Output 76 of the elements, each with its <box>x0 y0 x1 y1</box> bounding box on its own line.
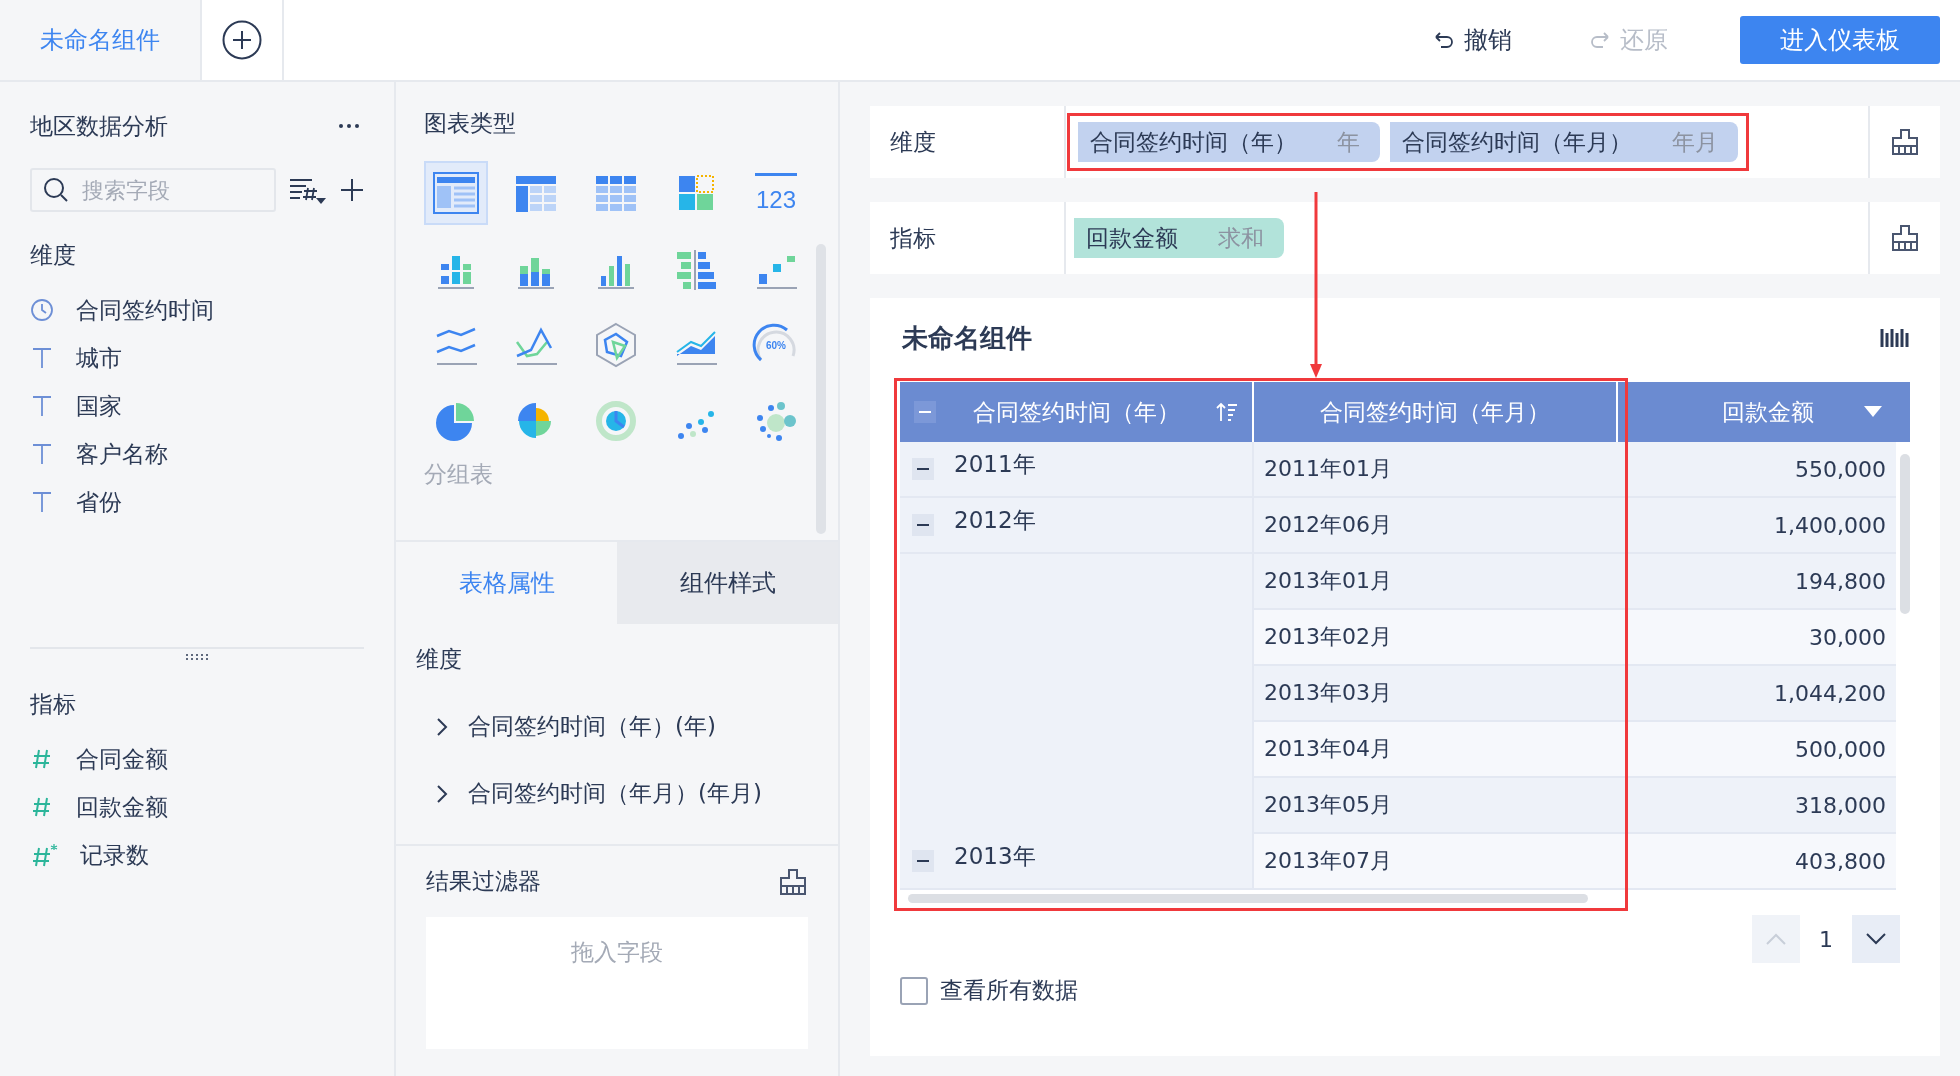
search-field[interactable]: 搜索字段 <box>30 168 276 212</box>
table-cell: 2013年 <box>900 554 1254 890</box>
page-number: 1 <box>1818 926 1834 952</box>
next-page-button[interactable] <box>1852 915 1900 963</box>
table-cell: 2012年06月 <box>1254 498 1618 554</box>
dimension-field[interactable]: 合同签约时间 <box>30 293 364 327</box>
table-cell: 30,000 <box>1618 610 1896 666</box>
eraser-icon[interactable] <box>778 866 808 897</box>
text-type-icon <box>30 394 54 418</box>
table-cell: 2013年07月 <box>1254 834 1618 890</box>
table-cell: 2011年 <box>900 442 1254 498</box>
collapse-icon[interactable] <box>912 458 934 480</box>
chevron-right-icon <box>436 783 448 804</box>
dimension-heading: 维度 <box>416 645 463 674</box>
text-type-icon <box>30 490 54 514</box>
measure-field[interactable]: 回款金额 <box>30 790 364 824</box>
table-cell: 2012年 <box>900 498 1254 554</box>
eraser-icon[interactable] <box>1890 223 1920 253</box>
chevron-right-icon <box>436 716 448 737</box>
enter-dashboard-button[interactable]: 进入仪表板 <box>1740 16 1940 64</box>
table-cell: 2013年01月 <box>1254 554 1618 610</box>
table-cell: 2013年05月 <box>1254 778 1618 834</box>
shelf-label: 指标 <box>870 202 1066 274</box>
text-type-icon <box>30 346 54 370</box>
hash-star-icon <box>30 843 58 867</box>
table-cell: 403,800 <box>1618 834 1896 890</box>
undo-button[interactable]: 撤销 <box>1428 20 1516 60</box>
dataset-title: 地区数据分析 <box>30 111 168 141</box>
field-pill[interactable]: 合同签约时间（年月） 年月 <box>1390 122 1738 162</box>
dimension-field[interactable]: 客户名称 <box>30 437 364 471</box>
property-tab[interactable]: 组件样式 <box>617 542 838 624</box>
sort-icon[interactable] <box>1216 401 1238 423</box>
field-pill[interactable]: 合同签约时间（年） 年 <box>1078 122 1380 162</box>
dimension-field[interactable]: 国家 <box>30 389 364 423</box>
group-table-chart-option[interactable] <box>424 161 488 225</box>
dimension-property-item[interactable]: 合同签约时间（年）(年) <box>416 711 818 742</box>
table-cell: 2011年01月 <box>1254 442 1618 498</box>
horizontal-scrollbar[interactable] <box>908 894 1588 903</box>
collapse-icon[interactable] <box>912 514 934 536</box>
table-cell: 194,800 <box>1618 554 1896 610</box>
dimension-field[interactable]: 省份 <box>30 485 364 519</box>
add-icon[interactable] <box>340 178 364 202</box>
table-cell: 500,000 <box>1618 722 1896 778</box>
shelf-label: 维度 <box>870 106 1066 178</box>
collapse-icon[interactable] <box>912 850 934 872</box>
eraser-icon[interactable] <box>1890 127 1920 157</box>
table-cell: 1,400,000 <box>1618 498 1896 554</box>
measure-heading: 指标 <box>30 690 77 719</box>
search-icon <box>42 176 70 204</box>
dimension-property-item[interactable]: 合同签约时间（年月）(年月) <box>416 778 818 809</box>
more-icon[interactable] <box>338 123 360 129</box>
show-all-data-label: 查看所有数据 <box>940 976 1078 1005</box>
chart-type-caption: 分组表 <box>424 460 494 489</box>
table-cell: 1,044,200 <box>1618 666 1896 722</box>
vertical-scrollbar[interactable] <box>1900 454 1910 614</box>
text-type-icon <box>30 442 54 466</box>
chevron-up-icon <box>1766 933 1786 945</box>
dimension-heading: 维度 <box>30 241 77 270</box>
result-filter-heading: 结果过滤器 <box>426 867 541 896</box>
measure-field[interactable]: 合同金额 <box>30 742 364 776</box>
widget-title: 未命名组件 <box>902 321 1032 355</box>
chevron-down-icon <box>1866 933 1886 945</box>
measure-field[interactable]: 记录数 <box>30 838 364 872</box>
table-cell: 2013年02月 <box>1254 610 1618 666</box>
add-circle-icon[interactable] <box>222 20 262 60</box>
drag-handle-icon[interactable] <box>185 653 209 661</box>
chart-type-heading: 图表类型 <box>424 109 517 138</box>
table-cell: 2013年03月 <box>1254 666 1618 722</box>
dropdown-caret-icon[interactable] <box>1864 406 1882 418</box>
checkbox[interactable] <box>900 976 928 1005</box>
table-cell: 550,000 <box>1618 442 1896 498</box>
dimension-field[interactable]: 城市 <box>30 341 364 375</box>
table-cell: 318,000 <box>1618 778 1896 834</box>
field-pill[interactable]: 回款金额 求和 <box>1074 218 1284 258</box>
clock-icon <box>30 298 54 322</box>
table-cell: 2013年04月 <box>1254 722 1618 778</box>
